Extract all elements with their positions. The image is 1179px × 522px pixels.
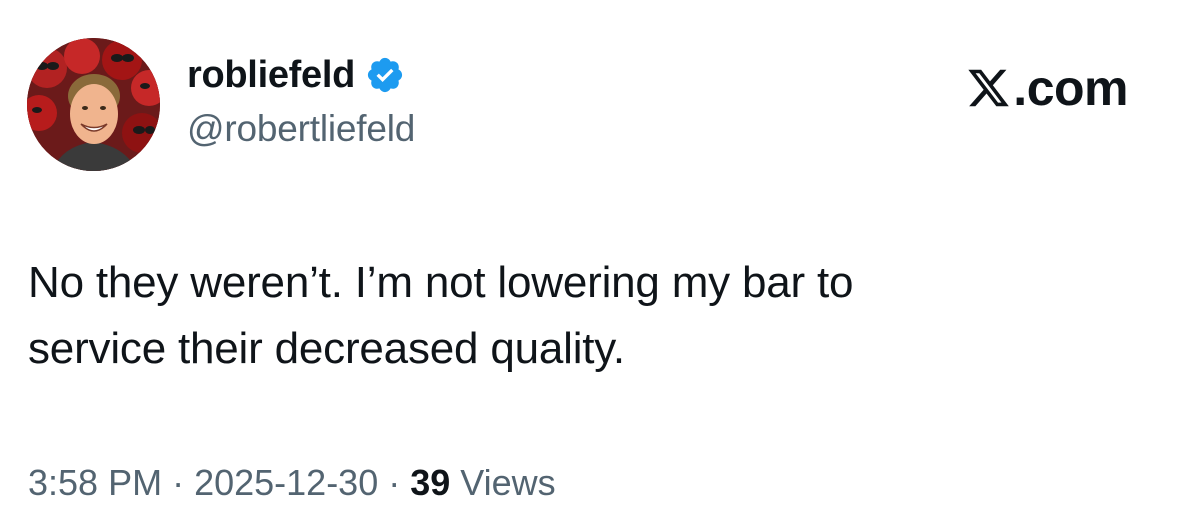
brand-domain-text: .com: [1013, 60, 1128, 116]
author-handle[interactable]: @robertliefeld: [187, 108, 415, 150]
tweet-meta: 3:58 PM · 2025-12-30 · 39 Views: [28, 462, 556, 504]
verified-badge-icon[interactable]: [365, 55, 405, 95]
avatar-image: [27, 38, 160, 171]
tweet-date[interactable]: 2025-12-30: [194, 462, 378, 504]
meta-separator: ·: [388, 462, 401, 503]
meta-separator: ·: [172, 462, 185, 503]
tweet-card: robliefeld @robertliefeld .com No they w…: [0, 0, 1179, 522]
author-name-row: robliefeld: [187, 52, 405, 98]
tweet-time[interactable]: 3:58 PM: [28, 462, 162, 504]
views-count: 39: [410, 462, 451, 503]
brand-watermark: .com: [966, 60, 1128, 116]
avatar[interactable]: [27, 38, 160, 171]
author-display-name[interactable]: robliefeld: [187, 54, 355, 97]
tweet-text-line-2: service their decreased quality.: [28, 324, 625, 373]
tweet-text-line-1: No they weren’t. I’m not lowering my bar…: [28, 258, 854, 307]
views-label: Views: [460, 462, 556, 503]
tweet-text: No they weren’t. I’m not lowering my bar…: [28, 250, 1128, 382]
x-logo-icon: [968, 69, 1010, 107]
